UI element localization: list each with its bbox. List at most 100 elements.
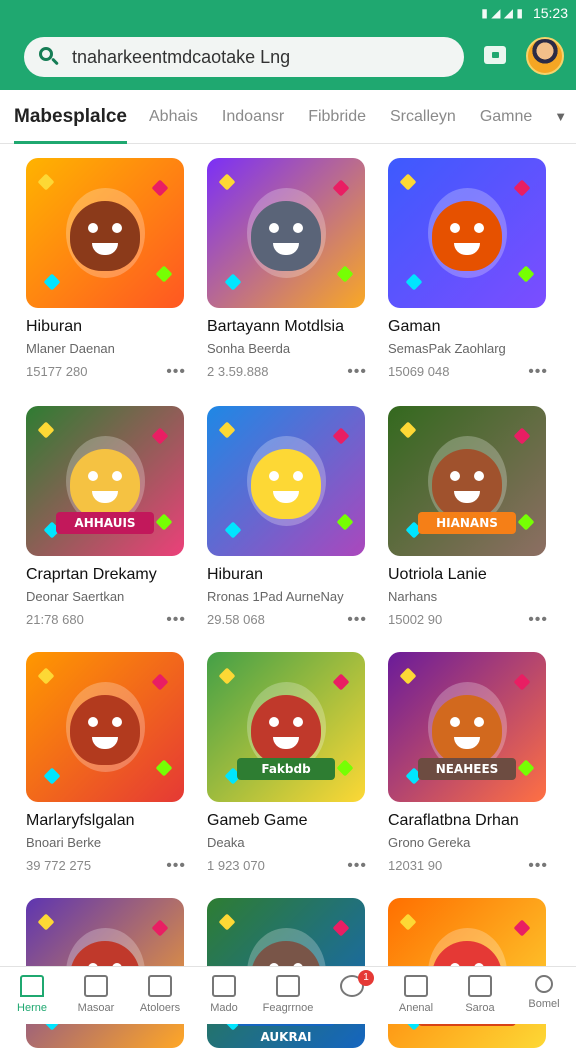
app-thumbnail[interactable]: NEAHEES xyxy=(388,652,546,802)
status-bar: ▮ ◢ ◢ ▮ 15:23 xyxy=(0,0,576,26)
app-download-count: 15177 280 xyxy=(26,364,88,379)
more-options-icon[interactable]: ••• xyxy=(347,363,367,379)
home-icon xyxy=(20,975,44,997)
sparkle-icon xyxy=(155,265,173,283)
nav-item-tool[interactable]: Feagrrnoe xyxy=(258,967,318,1024)
game-character-image xyxy=(70,449,140,519)
sparkle-icon xyxy=(151,919,169,937)
avatar[interactable] xyxy=(526,37,564,75)
chevron-down-icon[interactable]: ▼ xyxy=(554,109,567,124)
app-thumbnail[interactable] xyxy=(207,158,365,308)
sparkle-icon xyxy=(218,667,236,685)
sparkle-icon xyxy=(218,421,236,439)
sparkle-icon xyxy=(43,273,61,291)
app-meta: 39 772 275 ••• xyxy=(26,857,186,873)
nav-label: Mado xyxy=(210,1002,238,1014)
sparkle-icon xyxy=(43,767,61,785)
app-title: Uotriola Lanie xyxy=(388,566,487,583)
app-meta: 15177 280 ••• xyxy=(26,363,186,379)
app-download-count: 39 772 275 xyxy=(26,858,92,873)
app-thumbnail[interactable]: HIANANS xyxy=(388,406,546,556)
nav-item-home[interactable]: Herne xyxy=(2,967,62,1024)
app-card[interactable]: Hiburan Rronas 1Pad AurneNay 29.58 068 ••• xyxy=(207,406,377,627)
more-options-icon[interactable]: ••• xyxy=(166,857,186,873)
app-download-count: 15002 90 xyxy=(388,612,443,627)
app-thumbnail[interactable] xyxy=(26,158,184,308)
app-thumbnail[interactable] xyxy=(26,652,184,802)
more-options-icon[interactable]: ••• xyxy=(166,611,186,627)
search-bar[interactable] xyxy=(24,37,464,77)
app-developer: Narhans xyxy=(388,589,438,604)
more-options-icon[interactable]: ••• xyxy=(347,611,367,627)
sparkle-icon xyxy=(151,427,169,445)
app-thumbnail[interactable] xyxy=(207,406,365,556)
app-thumbnail[interactable] xyxy=(388,158,546,308)
nav-item-grid[interactable]: Atoloers xyxy=(130,967,190,1024)
sparkle-icon xyxy=(151,673,169,691)
more-options-icon[interactable]: ••• xyxy=(347,857,367,873)
more-options-icon[interactable]: ••• xyxy=(166,363,186,379)
pin-icon xyxy=(212,975,236,997)
tab-6[interactable]: Gamne xyxy=(468,90,544,144)
app-card[interactable]: Bartayann Motdlsia Sonha Beerda 2 3.59.888… xyxy=(207,158,377,379)
game-logo-banner: NEAHEES xyxy=(418,758,516,780)
app-card[interactable]: Marlaryfslgalan Bnoari Berke 39 772 275 ••• xyxy=(26,652,196,873)
nav-item-pin[interactable]: Mado xyxy=(194,967,254,1024)
game-character-image xyxy=(251,201,321,271)
sparkle-icon xyxy=(224,521,242,539)
mail-icon xyxy=(468,975,492,997)
game-character-image xyxy=(251,695,321,765)
sparkle-icon xyxy=(218,173,236,191)
sparkle-icon xyxy=(218,913,236,931)
app-card[interactable]: AHHAUIS Craprtan Drekamy Deonar Saertkan 21… xyxy=(26,406,196,627)
app-card[interactable]: NEAHEES Caraflatbna Drhan Grono Gereka 1203… xyxy=(388,652,558,873)
sparkle-icon xyxy=(37,173,55,191)
nav-item-search[interactable]: Bomel xyxy=(514,967,574,1024)
app-card[interactable]: Fakbdb Gameb Game Deaka 1 923 070 ••• xyxy=(207,652,377,873)
sparkle-icon xyxy=(517,265,535,283)
sparkle-icon xyxy=(513,179,531,197)
nav-item-doc[interactable]: Anenal xyxy=(386,967,446,1024)
signal-icon: ▮ ◢ ◢ ▮ xyxy=(481,6,523,20)
tab-4[interactable]: Fibbride xyxy=(296,90,378,144)
app-card[interactable]: HIANANS Uotriola Lanie Narhans 15002 90 ••• xyxy=(388,406,558,627)
app-title: Craprtan Drekamy xyxy=(26,566,157,583)
sparkle-icon xyxy=(336,759,354,777)
app-developer: Grono Gereka xyxy=(388,835,471,850)
doc-icon xyxy=(404,975,428,997)
sparkle-icon xyxy=(399,421,417,439)
more-options-icon[interactable]: ••• xyxy=(528,857,548,873)
app-thumbnail[interactable]: AHHAUIS xyxy=(26,406,184,556)
tab-5[interactable]: Srcalleyn xyxy=(378,90,468,144)
app-title: Hiburan xyxy=(207,566,264,583)
sparkle-icon xyxy=(332,919,350,937)
nav-item-mail[interactable]: Saroa xyxy=(450,967,510,1024)
camera-icon[interactable] xyxy=(484,46,506,64)
grid-icon xyxy=(148,975,172,997)
app-developer: Sonha Beerda xyxy=(207,341,291,356)
app-thumbnail[interactable]: Fakbdb xyxy=(207,652,365,802)
sparkle-icon xyxy=(513,427,531,445)
tool-icon xyxy=(276,975,300,997)
app-developer: Bnoari Berke xyxy=(26,835,102,850)
nav-item-bell[interactable]: 1 xyxy=(322,967,382,1024)
nav-item-apps[interactable]: Masoar xyxy=(66,967,126,1024)
search-input[interactable] xyxy=(72,46,442,68)
game-logo-banner: HIANANS xyxy=(418,512,516,534)
app-download-count: 2 3.59.888 xyxy=(207,364,269,379)
tab-marketplace[interactable]: Mabesplalce xyxy=(14,90,127,144)
app-meta: 2 3.59.888 ••• xyxy=(207,363,367,379)
app-card[interactable]: Hiburan Mlaner Daenan 15177 280 ••• xyxy=(26,158,196,379)
tab-2[interactable]: Abhais xyxy=(137,90,210,144)
sparkle-icon xyxy=(399,913,417,931)
tab-3[interactable]: Indoansr xyxy=(210,90,296,144)
more-options-icon[interactable]: ••• xyxy=(528,363,548,379)
search-icon xyxy=(535,975,553,993)
app-developer: Rronas 1Pad AurneNay xyxy=(207,589,344,604)
game-character-image xyxy=(251,449,321,519)
app-meta: 1 923 070 ••• xyxy=(207,857,367,873)
more-options-icon[interactable]: ••• xyxy=(528,611,548,627)
sparkle-icon xyxy=(224,273,242,291)
app-title: Gaman xyxy=(388,318,441,335)
app-card[interactable]: Gaman SemasPak Zaohlarg 15069 048 ••• xyxy=(388,158,558,379)
